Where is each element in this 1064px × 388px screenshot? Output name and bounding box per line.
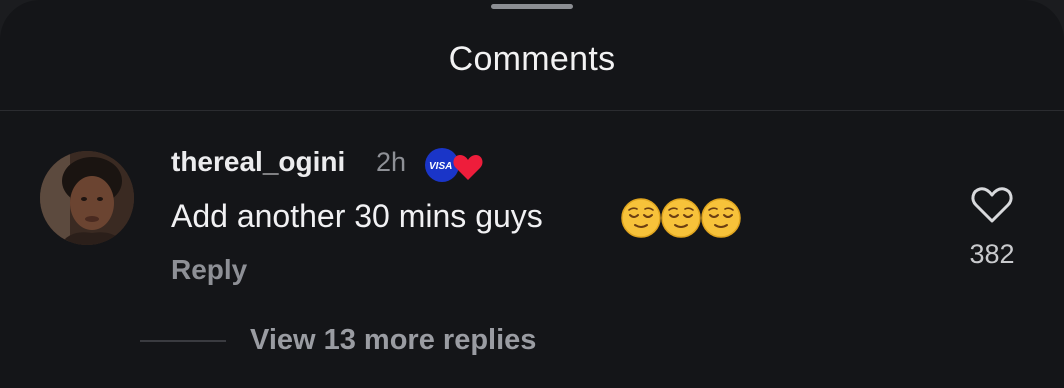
comment-timestamp: 2h <box>376 147 407 177</box>
badge-text: VISA <box>429 161 452 172</box>
visa-heart-badge-icon: VISA <box>425 148 483 182</box>
avatar[interactable] <box>40 151 134 245</box>
heart-outline-icon[interactable] <box>970 185 1014 225</box>
sheet-title: Comments <box>448 40 616 78</box>
drag-handle[interactable] <box>491 4 573 9</box>
replies-divider <box>140 340 226 342</box>
emoji-group <box>620 197 741 243</box>
relieved-face-icon <box>661 198 701 238</box>
header-divider <box>0 110 1064 111</box>
relieved-face-icon <box>701 198 741 238</box>
comment-text: Add another 30 mins guys <box>171 198 543 234</box>
comment-username[interactable]: thereal_ogini <box>171 146 345 178</box>
comments-sheet: Comments thereal_ogini 2h VISA Add anoth… <box>0 0 1064 388</box>
relieved-face-icon <box>621 198 661 238</box>
like-count: 382 <box>969 239 1015 269</box>
view-more-replies-button[interactable]: View 13 more replies <box>250 324 536 357</box>
reply-button[interactable]: Reply <box>171 254 247 286</box>
avatar-photo <box>40 151 134 245</box>
